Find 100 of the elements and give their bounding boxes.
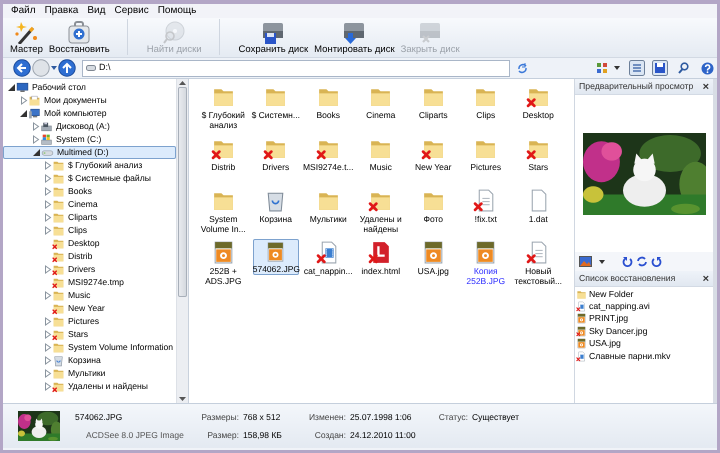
collapse-icon[interactable]	[7, 83, 16, 92]
file-item[interactable]: Pictures	[460, 135, 512, 187]
menu-item[interactable]: Сервис	[114, 5, 149, 17]
tree-item[interactable]: Рабочий стол	[3, 81, 176, 94]
panel-icon[interactable]	[629, 60, 645, 76]
file-item[interactable]: Books	[302, 83, 354, 135]
caret-icon[interactable]	[51, 66, 57, 70]
recovery-item[interactable]: Славные парни.mkv	[575, 350, 713, 362]
recovery-item[interactable]: cat_napping.avi	[575, 300, 713, 313]
file-item[interactable]: index.html	[354, 239, 407, 291]
rotate-icon[interactable]	[636, 256, 648, 267]
close-button[interactable]: ×	[702, 272, 709, 284]
toolbar-button[interactable]: Монтировать диск	[311, 20, 398, 55]
expand-icon[interactable]	[43, 330, 52, 339]
tree-item[interactable]: Clips	[3, 224, 176, 237]
file-item[interactable]: New Year	[407, 135, 460, 187]
tree-item[interactable]: Мои документы	[3, 94, 176, 107]
menu-item[interactable]: Правка	[44, 5, 78, 17]
file-item[interactable]: $ Глубокий анализ	[197, 83, 250, 135]
caret-icon[interactable]	[599, 260, 605, 264]
tree-item[interactable]: MSI9274e.tmp	[3, 276, 176, 289]
file-item[interactable]: Distrib	[197, 135, 250, 187]
tree-item[interactable]: Distrib	[3, 250, 176, 263]
file-item[interactable]: Копия 252B.JPG	[460, 239, 512, 291]
tree-item[interactable]: Music	[3, 289, 176, 302]
recovery-item[interactable]: Sky Dancer.jpg	[575, 325, 713, 338]
tree-item[interactable]: Мультики	[3, 367, 176, 380]
expand-icon[interactable]	[43, 343, 52, 352]
tree-item[interactable]: Удалены и найдены	[3, 380, 176, 393]
tree-item[interactable]: $ Глубокий анализ	[3, 159, 176, 172]
view-icon[interactable]	[596, 62, 608, 74]
close-button[interactable]: ×	[702, 80, 709, 92]
scrollbar[interactable]	[176, 79, 188, 403]
expand-icon[interactable]	[43, 161, 52, 170]
toolbar-button[interactable]: Мастер	[7, 20, 46, 55]
file-item[interactable]: System Volume In...	[197, 187, 250, 239]
tree-item[interactable]: Multimed (D:)	[3, 146, 176, 159]
expand-icon[interactable]	[43, 226, 52, 235]
expand-icon[interactable]	[31, 122, 40, 131]
search-icon[interactable]	[678, 62, 689, 74]
file-item[interactable]: Удалены и найдены	[354, 187, 407, 239]
tree-item[interactable]: Корзина	[3, 354, 176, 367]
expand-icon[interactable]	[43, 291, 52, 300]
expand-icon[interactable]	[43, 200, 52, 209]
recovery-item[interactable]: USA.jpg	[575, 338, 713, 350]
refresh-icon[interactable]	[517, 62, 528, 74]
file-item[interactable]: Мультики	[302, 187, 354, 239]
recovery-item[interactable]: New Folder	[575, 288, 713, 300]
menu-item[interactable]: Вид	[87, 5, 106, 17]
expand-icon[interactable]	[43, 213, 52, 222]
expand-icon[interactable]	[43, 382, 52, 391]
tree-item[interactable]: Cinema	[3, 198, 176, 211]
collapse-icon[interactable]	[32, 148, 41, 157]
scrollbar-thumb[interactable]	[178, 87, 188, 297]
tree-item[interactable]: $ Системные файлы	[3, 172, 176, 185]
expand-icon[interactable]	[19, 96, 28, 105]
tree-item[interactable]: Cliparts	[3, 211, 176, 224]
address-bar[interactable]: D:\	[82, 60, 510, 76]
file-item[interactable]: USA.jpg	[407, 239, 460, 291]
file-item[interactable]: MSI9274e.t...	[302, 135, 354, 187]
tree-item[interactable]: Stars	[3, 328, 176, 341]
rotate-right-icon[interactable]	[651, 256, 662, 267]
rotate-left-icon[interactable]	[622, 256, 633, 267]
expand-icon[interactable]	[43, 174, 52, 183]
expand-icon[interactable]	[43, 369, 52, 378]
tree-item[interactable]: Desktop	[3, 237, 176, 250]
caret-icon[interactable]	[614, 66, 620, 70]
file-item[interactable]: Новый текстовый...	[512, 239, 564, 291]
toolbar-button[interactable]: Сохранить диск	[236, 20, 312, 55]
menu-item[interactable]: Файл	[11, 5, 36, 17]
scroll-up-icon[interactable]	[179, 81, 186, 85]
menu-item[interactable]: Помощь	[158, 5, 196, 17]
file-item[interactable]: Drivers	[250, 135, 302, 187]
file-item[interactable]: !fix.txt	[460, 187, 512, 239]
expand-icon[interactable]	[43, 356, 52, 365]
file-item[interactable]: Cliparts	[407, 83, 460, 135]
save-icon[interactable]	[652, 60, 668, 76]
expand-icon[interactable]	[31, 135, 40, 144]
file-item[interactable]: Cinema	[354, 83, 407, 135]
tree-item[interactable]: Дисковод (A:)	[3, 120, 176, 133]
tree-item[interactable]: Мой компьютер	[3, 107, 176, 120]
expand-icon[interactable]	[43, 187, 52, 196]
file-item[interactable]: 574062.JPG	[252, 239, 299, 275]
tree-item[interactable]: Books	[3, 185, 176, 198]
file-item[interactable]: Корзина	[250, 187, 302, 239]
file-item[interactable]: cat_nappin...	[302, 239, 354, 291]
tree-item[interactable]: Drivers	[3, 263, 176, 276]
file-item[interactable]: Clips	[460, 83, 512, 135]
file-item[interactable]: 252B + ADS.JPG	[197, 239, 250, 291]
up-icon[interactable]	[58, 59, 76, 77]
back-icon[interactable]	[13, 59, 31, 77]
file-item[interactable]: 1.dat	[512, 187, 564, 239]
help-icon[interactable]	[701, 62, 714, 74]
toolbar-button[interactable]: Восстановить	[46, 20, 113, 55]
file-item[interactable]: Music	[354, 135, 407, 187]
collapse-icon[interactable]	[19, 109, 28, 118]
expand-icon[interactable]	[43, 265, 52, 274]
tree-item[interactable]: New Year	[3, 302, 176, 315]
tree-item[interactable]: Pictures	[3, 315, 176, 328]
tree-item[interactable]: System Volume Information	[3, 341, 176, 354]
